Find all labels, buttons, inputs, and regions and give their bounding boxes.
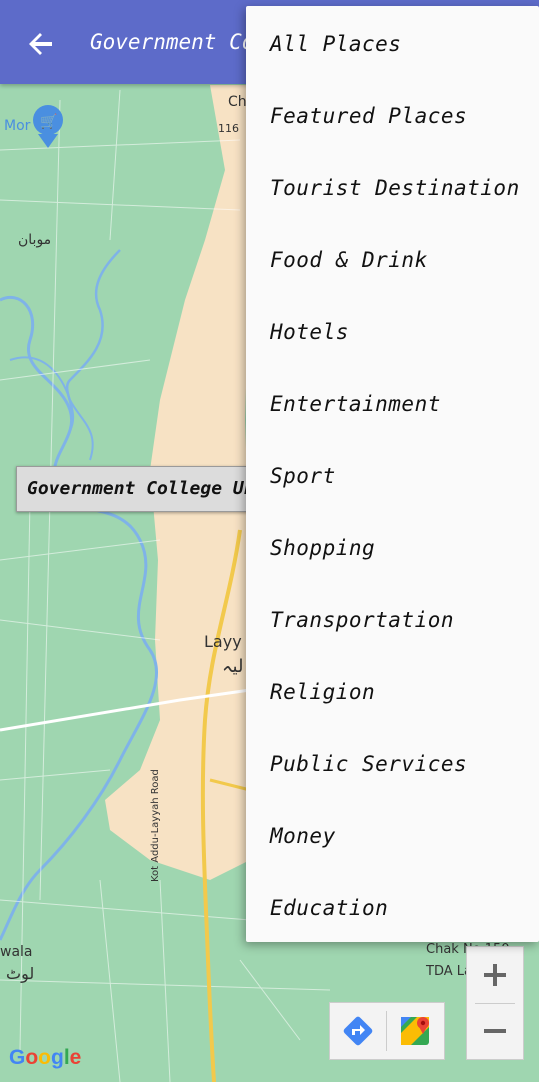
menu-item-shopping[interactable]: Shopping [246, 514, 539, 586]
map-label-mor: Mor [4, 118, 31, 134]
arrow-back-icon [29, 33, 52, 55]
menu-item-entertainment[interactable]: Entertainment [246, 370, 539, 442]
zoom-out-button[interactable] [467, 1003, 523, 1059]
directions-icon [343, 1016, 373, 1046]
page-title: Government Colle [90, 30, 250, 54]
map-label-wala: wala [0, 944, 33, 960]
minus-icon [484, 1029, 506, 1033]
map-toolbar [329, 1002, 445, 1060]
zoom-controls [466, 946, 524, 1060]
svg-text:🛒: 🛒 [40, 113, 57, 130]
open-in-maps-button[interactable] [387, 1003, 443, 1059]
menu-item-hotels[interactable]: Hotels [246, 298, 539, 370]
directions-button[interactable] [330, 1003, 386, 1059]
google-logo: Google [9, 1046, 82, 1069]
menu-item-featured-places[interactable]: Featured Places [246, 82, 539, 154]
menu-item-food-drink[interactable]: Food & Drink [246, 226, 539, 298]
menu-item-tourist-destination[interactable]: Tourist Destination [246, 154, 539, 226]
menu-item-sport[interactable]: Sport [246, 442, 539, 514]
map-label-road: Kot Addu-Layyah Road [150, 769, 161, 882]
menu-item-education[interactable]: Education [246, 874, 539, 946]
place-callout[interactable]: Government College University Layyah [16, 466, 258, 512]
map-label-laut: لوٹ [6, 964, 35, 983]
menu-item-transportation[interactable]: Transportation [246, 586, 539, 658]
category-menu: All Places Featured Places Tourist Desti… [246, 6, 539, 942]
place-callout-label: Government College University Layyah [27, 478, 257, 499]
map-label-road-116: 116 [218, 122, 239, 135]
menu-item-money[interactable]: Money [246, 802, 539, 874]
back-button[interactable] [22, 24, 62, 64]
menu-item-religion[interactable]: Religion [246, 658, 539, 730]
google-maps-icon [401, 1017, 429, 1045]
map-label-layyah-en: Layy [204, 632, 242, 651]
map-label-mobaan: موبان [18, 232, 52, 248]
map-label-layyah-ur: لیہ [222, 656, 244, 677]
menu-item-all-places[interactable]: All Places [246, 10, 539, 82]
zoom-in-button[interactable] [467, 947, 523, 1003]
plus-icon [484, 964, 506, 986]
menu-item-public-services[interactable]: Public Services [246, 730, 539, 802]
